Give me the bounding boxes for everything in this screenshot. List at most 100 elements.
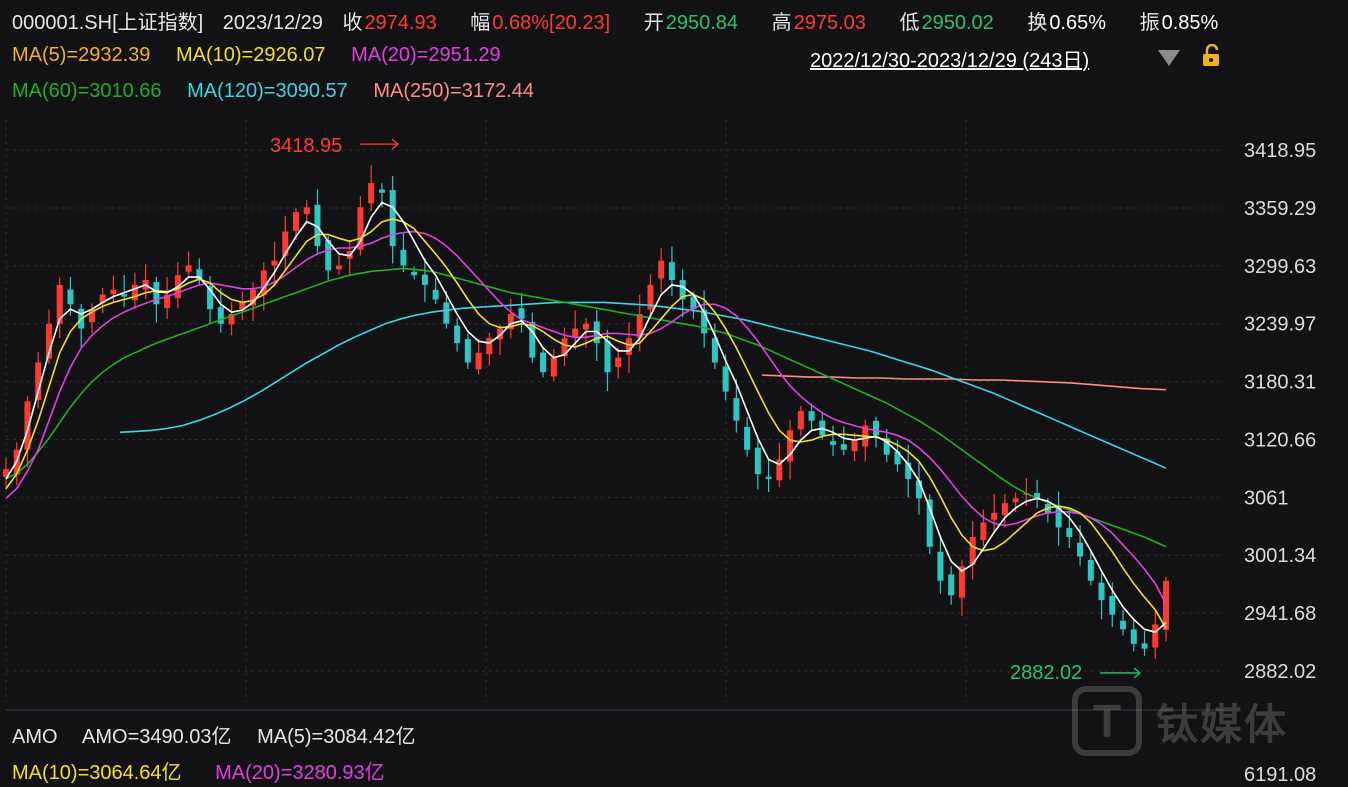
low-label: 低 [899,12,920,34]
y-tick-label: 2941.68 [1244,603,1316,625]
candle-body [948,574,955,596]
candle-body [1087,559,1094,581]
amo-legend-row-2: MA(10)=3064.64亿 MA(20)=3280.93亿 [12,756,413,785]
lock-icon[interactable] [1200,44,1224,68]
candle-body [765,476,772,479]
close-label: 收 [342,12,363,34]
high-annotation-label: 3418.95 [270,135,342,157]
open-label: 开 [643,12,664,34]
turnover-label: 换 [1027,12,1048,34]
quote-date: 2023/12/29 [222,12,323,34]
candle-body [583,323,589,330]
turnover-value: 0.65% [1049,12,1107,34]
high-value: 2975.03 [793,12,866,34]
candle-body [615,357,622,367]
candle-body [271,260,278,266]
candle-body [1066,528,1073,538]
tmtpost-watermark: T 钛媒体 [1072,684,1342,758]
amo-legend-row-1: AMO AMO=3490.03亿 MA(5)=3084.42亿 [12,720,436,749]
candle-body [830,441,837,445]
candle-body [722,366,729,392]
amo-value: AMO=3490.03亿 [82,726,232,748]
candle-body [980,522,987,541]
ma10-legend[interactable]: MA(10)=2926.07 [176,44,326,66]
candle-body [475,352,482,370]
candle-body [668,262,675,281]
candle-body [411,271,418,276]
y-tick-label: 3359.29 [1244,198,1316,220]
swing-label: 振 [1139,12,1160,34]
y-tick-label: 3001.34 [1244,545,1316,567]
ma250-legend[interactable]: MA(250)=3172.44 [373,80,534,102]
ma-legend-row-1: MA(5)=2932.39 MA(10)=2926.07 MA(20)=2951… [12,44,521,67]
candle-body [851,440,858,452]
y-tick-label: 3180.31 [1244,372,1316,394]
index-symbol[interactable]: 000001.SH[上证指数] [12,12,203,34]
candle-body [550,357,557,377]
candle-body [1120,620,1127,630]
candle-body [1152,624,1159,648]
y-tick-label: 3239.97 [1244,314,1316,336]
candle-body [282,231,289,256]
open-value: 2950.84 [665,12,739,34]
ma-legend-row-2: MA(60)=3010.66 MA(120)=3090.57 MA(250)=3… [12,80,554,103]
candle-body [604,340,611,373]
ma60-legend[interactable]: MA(60)=3010.66 [12,80,162,102]
candle-body [464,339,471,363]
amo-title[interactable]: AMO [12,726,58,748]
candle-body [368,183,375,204]
candle-body [991,512,998,520]
candle-body [1077,542,1084,557]
candle-body [421,274,428,285]
y-axis-ticks: 3418.95 3359.29 3299.63 3239.97 3180.31 3120.… [1244,140,1316,683]
close-value: 2974.93 [364,12,437,34]
candle-body [540,352,547,373]
ma5-line [5,201,1167,634]
candle-body [67,289,74,305]
candle-body [937,551,944,581]
candle-body [625,338,632,355]
candle-body [443,302,450,324]
candle-body [658,260,665,279]
candle-body [840,444,847,450]
y-tick-label: 3299.63 [1244,256,1316,278]
watermark-logo: T [1072,686,1142,756]
candle-body [335,265,342,270]
candle-body [432,289,439,300]
candle-body [1109,595,1116,615]
candle-body [744,427,751,450]
candle-body [185,265,192,272]
ma-lines [5,201,1167,634]
chevron-down-icon[interactable] [1158,50,1180,66]
candle-body [873,420,879,436]
quote-header: 000001.SH[上证指数] 2023/12/29 收 2974.93 幅 0.6… [12,6,1246,35]
date-range-selector[interactable]: 2022/12/30-2023/12/29 (243日) [810,44,1089,73]
low-annotation-label: 2882.02 [1010,662,1082,684]
candlesticks [3,165,1169,659]
swing-value: 0.85% [1161,12,1219,34]
candle-body [1141,643,1148,649]
ma60-line [5,267,1167,548]
chart-grid [5,120,1224,711]
y-tick-label: 3120.66 [1244,429,1316,451]
low-value: 2950.02 [921,12,994,34]
candle-body [121,294,128,297]
candle-body [1130,629,1137,644]
candle-body [378,189,385,193]
candle-body [1012,498,1019,503]
candle-body [303,207,310,215]
ma5-legend[interactable]: MA(5)=2932.39 [12,44,150,66]
candle-body [1001,503,1008,516]
price-chart[interactable]: 3418.95 3359.29 3299.63 3239.97 3180.31 3120.… [0,110,1348,715]
ma120-line [119,301,1167,469]
high-label: 高 [771,12,792,34]
y-tick-label: 2882.02 [1244,661,1316,683]
volume-axis-tick: 6191.08 [1244,764,1317,786]
ma20-legend[interactable]: MA(20)=2951.29 [351,44,501,66]
candle-body [400,249,407,266]
candle-body [293,212,299,231]
ma120-legend[interactable]: MA(120)=3090.57 [187,80,348,102]
candle-body [518,308,525,319]
candle-body [915,480,922,499]
y-tick-label: 3061 [1244,487,1289,509]
